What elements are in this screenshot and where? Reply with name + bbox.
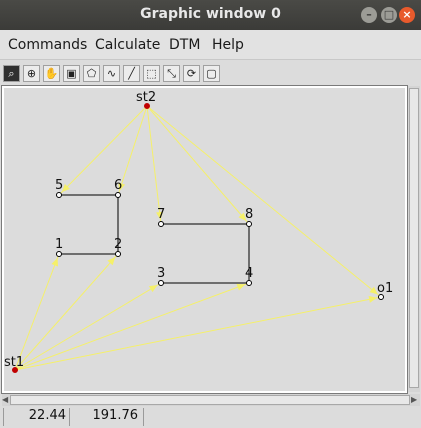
scroll-right-icon[interactable]: ▶ <box>411 395 417 404</box>
network-plot[interactable]: st2 st1 o1 1 2 3 4 5 6 7 8 <box>4 88 405 391</box>
observation-line <box>58 105 148 196</box>
zoom-tool-icon[interactable]: ⌕ <box>3 65 20 82</box>
select-area-icon[interactable]: ⬚ <box>143 65 160 82</box>
status-x: 22.44 <box>28 408 66 423</box>
observation-line <box>117 105 148 196</box>
boundary-polyline <box>59 194 119 255</box>
point-label-7: 7 <box>157 207 165 222</box>
observation-arrowhead <box>368 295 378 303</box>
zoom-window-icon[interactable]: ▣ <box>63 65 80 82</box>
pan-hand-icon[interactable]: ✋ <box>43 65 60 82</box>
zoom-extents-icon[interactable]: ⤡ <box>163 65 180 82</box>
point-label-8: 8 <box>245 207 253 222</box>
title-bar: Graphic window 0 – □ × <box>0 0 421 30</box>
observation-line <box>14 282 162 371</box>
graphic-canvas[interactable]: st2 st1 o1 1 2 3 4 5 6 7 8 <box>1 85 408 394</box>
clear-icon[interactable]: ▢ <box>203 65 220 82</box>
minimize-icon[interactable]: – <box>361 7 377 23</box>
point-label-6: 6 <box>114 178 122 193</box>
point-marker-8[interactable] <box>246 221 252 227</box>
horizontal-scroll-thumb[interactable] <box>10 395 410 405</box>
menu-bar: Commands Calculate DTM Help <box>0 30 421 60</box>
point-label-o1: o1 <box>377 281 393 296</box>
menu-calculate[interactable]: Calculate <box>95 37 160 53</box>
point-label-3: 3 <box>157 266 165 281</box>
observation-line <box>14 253 60 371</box>
measure-icon[interactable]: ∿ <box>103 65 120 82</box>
vertical-scrollbar[interactable] <box>408 86 420 392</box>
point-marker-5[interactable] <box>56 192 62 198</box>
point-label-1: 1 <box>55 237 63 252</box>
point-marker-4[interactable] <box>246 280 252 286</box>
vertical-scroll-thumb[interactable] <box>409 88 419 388</box>
observation-arrowhead <box>236 283 246 291</box>
line-tool-icon[interactable]: ╱ <box>123 65 140 82</box>
horizontal-scrollbar[interactable]: ◀ ▶ <box>2 394 420 406</box>
menu-help[interactable]: Help <box>212 37 244 53</box>
point-label-st1: st1 <box>4 355 24 370</box>
close-icon[interactable]: × <box>399 7 415 23</box>
point-marker-2[interactable] <box>115 251 121 257</box>
menu-commands[interactable]: Commands <box>8 37 87 53</box>
point-label-5: 5 <box>55 178 63 193</box>
window-title: Graphic window 0 <box>140 6 281 22</box>
point-marker-7[interactable] <box>158 221 164 227</box>
menu-dtm[interactable]: DTM <box>169 37 200 53</box>
point-label-2: 2 <box>114 237 122 252</box>
maximize-icon[interactable]: □ <box>381 7 397 23</box>
status-separator <box>3 408 4 426</box>
observation-arrowhead <box>51 257 59 267</box>
point-marker-1[interactable] <box>56 251 62 257</box>
point-marker-3[interactable] <box>158 280 164 286</box>
toolbar: ⌕ ⊕ ✋ ▣ ⬠ ∿ ╱ ⬚ ⤡ ⟳ ▢ <box>0 62 421 84</box>
status-y: 191.76 <box>92 408 139 423</box>
point-marker-6[interactable] <box>115 192 121 198</box>
scroll-left-icon[interactable]: ◀ <box>2 395 8 404</box>
status-separator <box>143 408 144 426</box>
point-label-4: 4 <box>245 266 253 281</box>
zoom-region-icon[interactable]: ⬠ <box>83 65 100 82</box>
boundary-polyline <box>161 223 250 284</box>
refresh-icon[interactable]: ⟳ <box>183 65 200 82</box>
observation-line <box>14 282 250 371</box>
point-label-st2: st2 <box>136 90 156 105</box>
status-bar: 22.44 191.76 <box>0 406 421 428</box>
zoom-in-icon[interactable]: ⊕ <box>23 65 40 82</box>
status-separator <box>69 408 70 426</box>
observation-arrowhead <box>148 285 158 293</box>
observation-line <box>146 105 382 298</box>
